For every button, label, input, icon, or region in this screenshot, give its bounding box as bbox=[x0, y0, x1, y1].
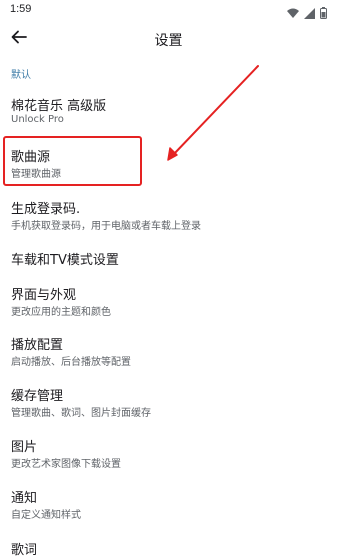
settings-item-login-code[interactable]: 生成登录码. 手机获取登录码，用于电脑或者车载上登录 bbox=[0, 198, 337, 234]
item-title: 棉花音乐 高级版 bbox=[11, 99, 107, 114]
item-subtitle: 更改应用的主题和颜色 bbox=[11, 307, 111, 318]
annotation-arrow-icon bbox=[167, 65, 259, 161]
page-title: 设置 bbox=[154, 33, 183, 49]
item-subtitle: Unlock Pro bbox=[11, 114, 64, 125]
section-header: 默认 bbox=[11, 70, 31, 81]
settings-item-images[interactable]: 图片 更改艺术家图像下载设置 bbox=[0, 436, 337, 472]
item-subtitle: 手机获取登录码，用于电脑或者车载上登录 bbox=[11, 221, 201, 232]
item-title: 图片 bbox=[11, 440, 38, 455]
item-subtitle: 管理歌曲、歌词、图片封面缓存 bbox=[11, 408, 151, 419]
settings-item-playback[interactable]: 播放配置 启动播放、后台播放等配置 bbox=[0, 334, 337, 370]
item-title: 生成登录码. bbox=[11, 202, 81, 217]
settings-item-notification[interactable]: 通知 自定义通知样式 bbox=[0, 487, 337, 523]
settings-item-cache[interactable]: 缓存管理 管理歌曲、歌词、图片封面缓存 bbox=[0, 385, 337, 421]
item-title: 缓存管理 bbox=[11, 389, 64, 404]
item-title: 播放配置 bbox=[11, 338, 64, 353]
app-bar: 设置 bbox=[0, 20, 337, 58]
highlight-box bbox=[3, 136, 142, 186]
item-subtitle: 自定义通知样式 bbox=[11, 510, 81, 521]
item-title: 歌词 bbox=[11, 543, 38, 558]
status-time: 1:59 bbox=[10, 3, 32, 15]
status-bar: 1:59 bbox=[0, 0, 337, 20]
item-subtitle: 启动播放、后台播放等配置 bbox=[11, 357, 131, 368]
item-title: 界面与外观 bbox=[11, 288, 77, 303]
item-title: 车载和TV模式设置 bbox=[11, 253, 119, 268]
settings-item-lyrics[interactable]: 歌词 bbox=[0, 539, 337, 560]
settings-item-appearance[interactable]: 界面与外观 更改应用的主题和颜色 bbox=[0, 284, 337, 320]
settings-item-car-tv-mode[interactable]: 车载和TV模式设置 bbox=[0, 249, 337, 271]
item-subtitle: 更改艺术家图像下载设置 bbox=[11, 459, 121, 470]
settings-item-premium[interactable]: 棉花音乐 高级版 Unlock Pro bbox=[0, 95, 337, 131]
item-title: 通知 bbox=[11, 491, 38, 506]
